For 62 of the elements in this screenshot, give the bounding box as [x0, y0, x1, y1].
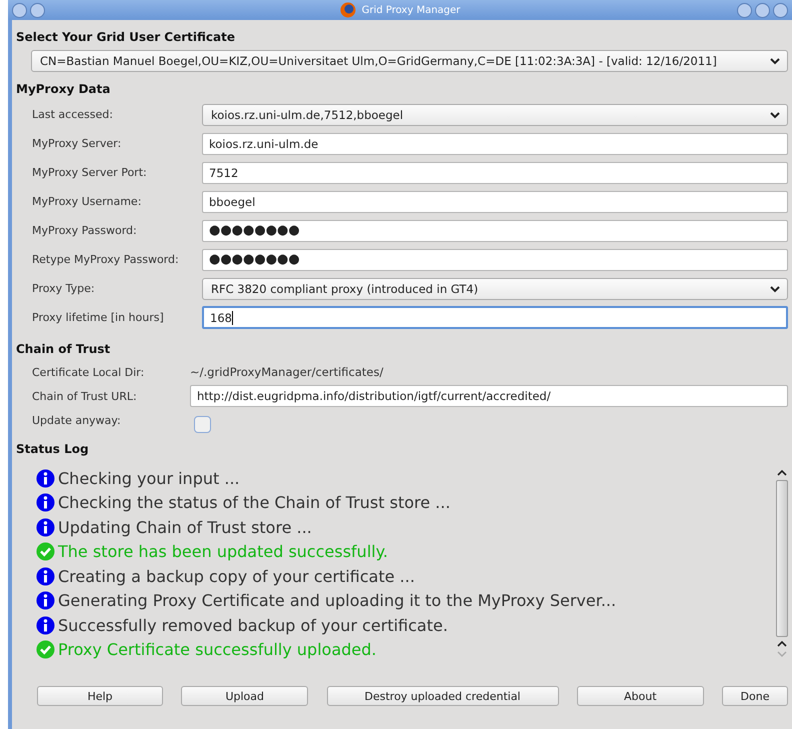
- log-message: Checking your input ...: [58, 468, 240, 488]
- dropdown[interactable]: RFC 3820 compliant proxy (introduced in GT4): [202, 278, 788, 300]
- button[interactable]: About: [576, 686, 704, 706]
- maximize-button[interactable]: [754, 2, 770, 18]
- field-label: MyProxy Password:: [32, 224, 138, 237]
- field-label: Certificate Local Dir:: [32, 366, 146, 378]
- info-icon: [36, 468, 55, 488]
- sticky-button[interactable]: [30, 2, 45, 18]
- info-icon: [36, 493, 55, 512]
- log-message: The store has been updated successfully.: [58, 542, 388, 562]
- dropdown[interactable]: CN=Bastian Manuel Boegel,OU=KIZ,OU=Universitaet Ulm,O=GridGermany,C=DE [11:02:3A:3A] - [valid: 12/16/2011]: [31, 50, 788, 72]
- info-icon: [36, 616, 55, 635]
- input-field[interactable]: bboegel: [202, 190, 788, 212]
- field-label: Update anyway:: [32, 414, 122, 426]
- input-field[interactable]: http://dist.eugridpma.info/distribution/igtf/current/accredited/: [190, 385, 788, 407]
- minimize-button[interactable]: [736, 2, 752, 18]
- chevron-down-icon: [769, 56, 781, 66]
- menu-button[interactable]: [12, 2, 27, 18]
- app-icon: [340, 2, 356, 18]
- button[interactable]: Help: [37, 686, 163, 706]
- scroll-up-icon: [776, 639, 788, 649]
- input-field[interactable]: 7512: [202, 162, 788, 184]
- input-field[interactable]: 168: [202, 306, 788, 329]
- log-message: Updating Chain of Trust store ...: [58, 518, 312, 537]
- chevron-down-icon: [769, 284, 781, 294]
- field-label: MyProxy Server:: [32, 137, 122, 150]
- password-field[interactable]: ●●●●●●●●: [202, 220, 788, 242]
- log-message: Generating Proxy Certificate and uploading it to the MyProxy Server...: [58, 591, 616, 610]
- info-icon: [36, 591, 55, 610]
- log-message: Checking the status of the Chain of Trust store ...: [58, 493, 450, 512]
- field-label: Chain of Trust URL:: [32, 390, 138, 402]
- field-label: Proxy lifetime [in hours]: [32, 311, 165, 324]
- button[interactable]: Upload: [181, 686, 308, 706]
- log-message: Successfully removed backup of your certificate.: [58, 616, 448, 635]
- field-label: MyProxy Server Port:: [32, 166, 148, 179]
- log-message: Creating a backup copy of your certificate ...: [58, 566, 415, 586]
- section-heading: Chain of Trust: [16, 341, 112, 358]
- button[interactable]: Destroy uploaded credential: [326, 686, 558, 706]
- info-icon: [36, 518, 55, 537]
- field-label: MyProxy Username:: [32, 195, 142, 208]
- dropdown[interactable]: koios.rz.uni-ulm.de,7512,bboegel: [202, 104, 788, 126]
- section-heading: Status Log: [16, 441, 90, 458]
- log-message: Proxy Certificate successfully uploaded.: [58, 640, 376, 660]
- check-circle-icon: [36, 542, 55, 562]
- field-label: Retype MyProxy Password:: [32, 253, 180, 266]
- password-field[interactable]: ●●●●●●●●: [202, 248, 788, 270]
- close-button[interactable]: [772, 2, 788, 18]
- field-label: Last accessed:: [32, 108, 114, 121]
- info-icon: [36, 566, 55, 586]
- chevron-down-icon: [769, 110, 781, 120]
- input-field[interactable]: koios.rz.uni-ulm.de: [202, 132, 788, 154]
- button[interactable]: Done: [722, 686, 788, 706]
- checkbox[interactable]: [194, 416, 211, 432]
- scroll-up-icon: [776, 468, 788, 478]
- section-heading: MyProxy Data: [16, 81, 112, 98]
- field-label: Proxy Type:: [32, 282, 96, 295]
- field-value: ~/.gridProxyManager/certificates/: [190, 365, 384, 379]
- window-title: Grid Proxy Manager: [362, 4, 460, 16]
- check-circle-icon: [36, 640, 55, 660]
- section-heading: Select Your Grid User Certificate: [16, 29, 236, 46]
- scrollbar-thumb[interactable]: [776, 480, 788, 637]
- scroll-down-icon: [776, 649, 788, 659]
